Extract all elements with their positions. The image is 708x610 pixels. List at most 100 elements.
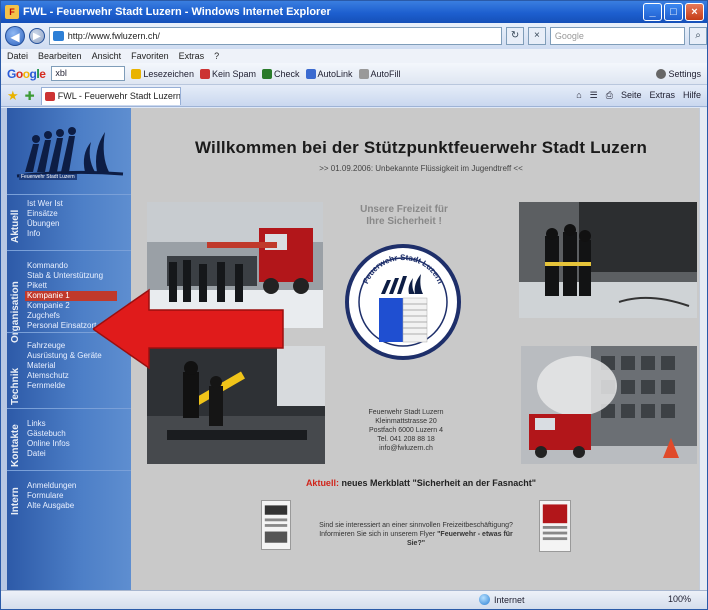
forward-button[interactable]: ▶: [28, 28, 45, 44]
nav-item-stab[interactable]: Stab & Unterstützung: [27, 271, 117, 281]
browser-window: F FWL - Feuerwehr Stadt Luzern - Windows…: [0, 0, 708, 610]
maximize-button[interactable]: □: [664, 3, 683, 21]
nav-item-material[interactable]: Material: [27, 361, 102, 371]
section-kontakte: Kontakte Links Gästebuch Online Infos Da…: [7, 408, 131, 470]
search-icon[interactable]: ⌕: [689, 27, 707, 45]
google-search-input[interactable]: xbl: [51, 66, 126, 81]
tab-active[interactable]: FWL - Feuerwehr Stadt Luzern: [40, 86, 181, 105]
zone-label: Internet: [494, 594, 525, 605]
nav-item-datei[interactable]: Datei: [27, 449, 70, 459]
nav-item-links[interactable]: Links: [27, 419, 70, 429]
nav-item-atemschutz[interactable]: Atemschutz: [27, 371, 102, 381]
news-headline[interactable]: Aktuell: neues Merkblatt "Sicherheit an …: [151, 478, 691, 488]
menu-edit[interactable]: Bearbeiten: [38, 51, 82, 61]
nav-item-ausruestung[interactable]: Ausrüstung & Geräte: [27, 351, 102, 361]
menu-bar: Datei Bearbeiten Ansicht Favoriten Extra…: [1, 49, 707, 63]
fire-brigade-emblem: Feuerwehr Stadt Luzern: [345, 244, 461, 360]
flyer-description: Sind sie interessiert an einer sinnvolle…: [316, 521, 516, 548]
flyer-thumbnail-left[interactable]: [261, 500, 291, 550]
section-items-aktuell: Ist Wer Ist Einsätze Übungen Info: [27, 199, 63, 239]
nav-item-alte-ausgabe[interactable]: Alte Ausgabe: [27, 501, 76, 511]
refresh-button[interactable]: ↻: [506, 27, 524, 45]
section-items-kontakte: Links Gästebuch Online Infos Datei: [27, 419, 70, 459]
google-logo: Google: [7, 66, 46, 81]
minimize-button[interactable]: _: [643, 3, 662, 21]
add-favorite-icon[interactable]: ✚: [25, 89, 35, 103]
slogan-line-2: Ihre Sicherheit !: [366, 216, 442, 227]
google-spam-item[interactable]: Kein Spam: [199, 68, 256, 79]
page-content: Feuerwehr Stadt Luzern Aktuell Ist Wer I…: [7, 108, 699, 590]
favorites-star-icon[interactable]: ★: [7, 88, 19, 104]
back-button[interactable]: ◀: [5, 26, 25, 46]
menu-tools[interactable]: Extras: [179, 51, 205, 61]
section-intern: Intern Anmeldungen Formulare Alte Ausgab…: [7, 470, 131, 530]
section-items-technik: Fahrzeuge Ausrüstung & Geräte Material A…: [27, 341, 102, 391]
news-text: neues Merkblatt "Sicherheit an der Fasna…: [341, 478, 537, 488]
photo-firefighters-smoke[interactable]: [519, 202, 697, 318]
section-label-intern: Intern: [10, 487, 21, 515]
help-menu[interactable]: Hilfe: [683, 90, 701, 101]
contact-address: Feuerwehr Stadt Luzern Kleinmattstrasse …: [336, 408, 476, 453]
address-input[interactable]: http://www.fwluzern.ch/: [48, 27, 503, 45]
search-input[interactable]: Google: [549, 27, 686, 45]
zoom-level[interactable]: 100%: [668, 594, 691, 604]
google-autolink-label: AutoLink: [317, 68, 353, 79]
nav-item-gaestebuch[interactable]: Gästebuch: [27, 429, 70, 439]
status-bar: Internet 100%: [1, 590, 707, 609]
window-title: FWL - Feuerwehr Stadt Luzern - Windows I…: [23, 6, 331, 18]
google-check-item[interactable]: Check: [261, 68, 300, 79]
google-autofill-label: AutoFill: [370, 68, 401, 79]
menu-file[interactable]: Datei: [7, 51, 28, 61]
nav-item-uebungen[interactable]: Übungen: [27, 219, 63, 229]
flyer-text-2: unserem Flyer: [390, 531, 438, 538]
section-label-technik: Technik: [10, 367, 21, 405]
google-autolink-item[interactable]: AutoLink: [305, 68, 353, 79]
menu-favorites[interactable]: Favoriten: [131, 51, 169, 61]
google-spam-label: Kein Spam: [211, 68, 256, 79]
google-check-label: Check: [273, 68, 300, 79]
nav-item-anmeldungen[interactable]: Anmeldungen: [27, 481, 76, 491]
command-bar: ⌂ ☰ ⎙ Seite Extras Hilfe: [576, 90, 707, 101]
tools-menu[interactable]: Extras: [649, 90, 675, 101]
photo-building-fire[interactable]: [521, 346, 697, 464]
stop-button[interactable]: ×: [528, 27, 546, 45]
address-line-1: Feuerwehr Stadt Luzern: [368, 409, 444, 416]
google-autofill-item[interactable]: AutoFill: [358, 68, 401, 79]
menu-view[interactable]: Ansicht: [92, 51, 122, 61]
slogan-line-1: Unsere Freizeit für: [360, 204, 448, 215]
feeds-icon[interactable]: ☰: [590, 90, 598, 101]
red-arrow-annotation: [93, 288, 284, 370]
fire-brigade-logo: [16, 127, 124, 178]
tab-row: ★ ✚ FWL - Feuerwehr Stadt Luzern ⌂ ☰ ⎙ S…: [1, 85, 707, 107]
flyer-thumbnail-right[interactable]: [539, 500, 571, 552]
google-bookmarks-item[interactable]: Lesezeichen: [131, 68, 194, 79]
address-row: ◀ ▶ http://www.fwluzern.ch/ ↻ × Google ⌕: [1, 23, 707, 49]
nav-item-wer-ist[interactable]: Ist Wer Ist: [27, 199, 63, 209]
nav-item-online-infos[interactable]: Online Infos: [27, 439, 70, 449]
news-label: Aktuell:: [305, 478, 339, 488]
nav-item-fernmelde[interactable]: Fernmelde: [27, 381, 102, 391]
title-bar: F FWL - Feuerwehr Stadt Luzern - Windows…: [1, 1, 707, 23]
nav-item-fahrzeuge[interactable]: Fahrzeuge: [27, 341, 102, 351]
email-link[interactable]: info@fwluzern.ch: [336, 444, 476, 453]
google-settings-item[interactable]: Settings: [656, 68, 707, 79]
slogan: Unsere Freizeit für Ihre Sicherheit !: [344, 204, 464, 228]
section-label-kontakte: Kontakte: [10, 424, 21, 467]
google-settings-label: Settings: [668, 68, 701, 79]
logo-subtitle: Feuerwehr Stadt Luzern: [19, 174, 77, 180]
close-button[interactable]: ×: [685, 3, 704, 21]
section-label-aktuell: Aktuell: [10, 209, 21, 243]
nav-item-formulare[interactable]: Formulare: [27, 491, 76, 501]
print-icon[interactable]: ⎙: [606, 90, 613, 101]
google-toolbar: Google xbl Lesezeichen Kein Spam Check A…: [1, 63, 707, 85]
nav-item-kommando[interactable]: Kommando: [27, 261, 117, 271]
section-items-intern: Anmeldungen Formulare Alte Ausgabe: [27, 481, 76, 511]
menu-help[interactable]: ?: [214, 51, 219, 61]
news-ticker-link[interactable]: >> 01.09.2006: Unbekannte Flüssigkeit im…: [151, 164, 691, 173]
globe-icon: [479, 594, 490, 605]
home-icon[interactable]: ⌂: [576, 90, 581, 101]
nav-item-info[interactable]: Info: [27, 229, 63, 239]
vertical-scrollbar[interactable]: [699, 108, 707, 590]
nav-item-einsaetze[interactable]: Einsätze: [27, 209, 63, 219]
page-menu[interactable]: Seite: [621, 90, 642, 101]
